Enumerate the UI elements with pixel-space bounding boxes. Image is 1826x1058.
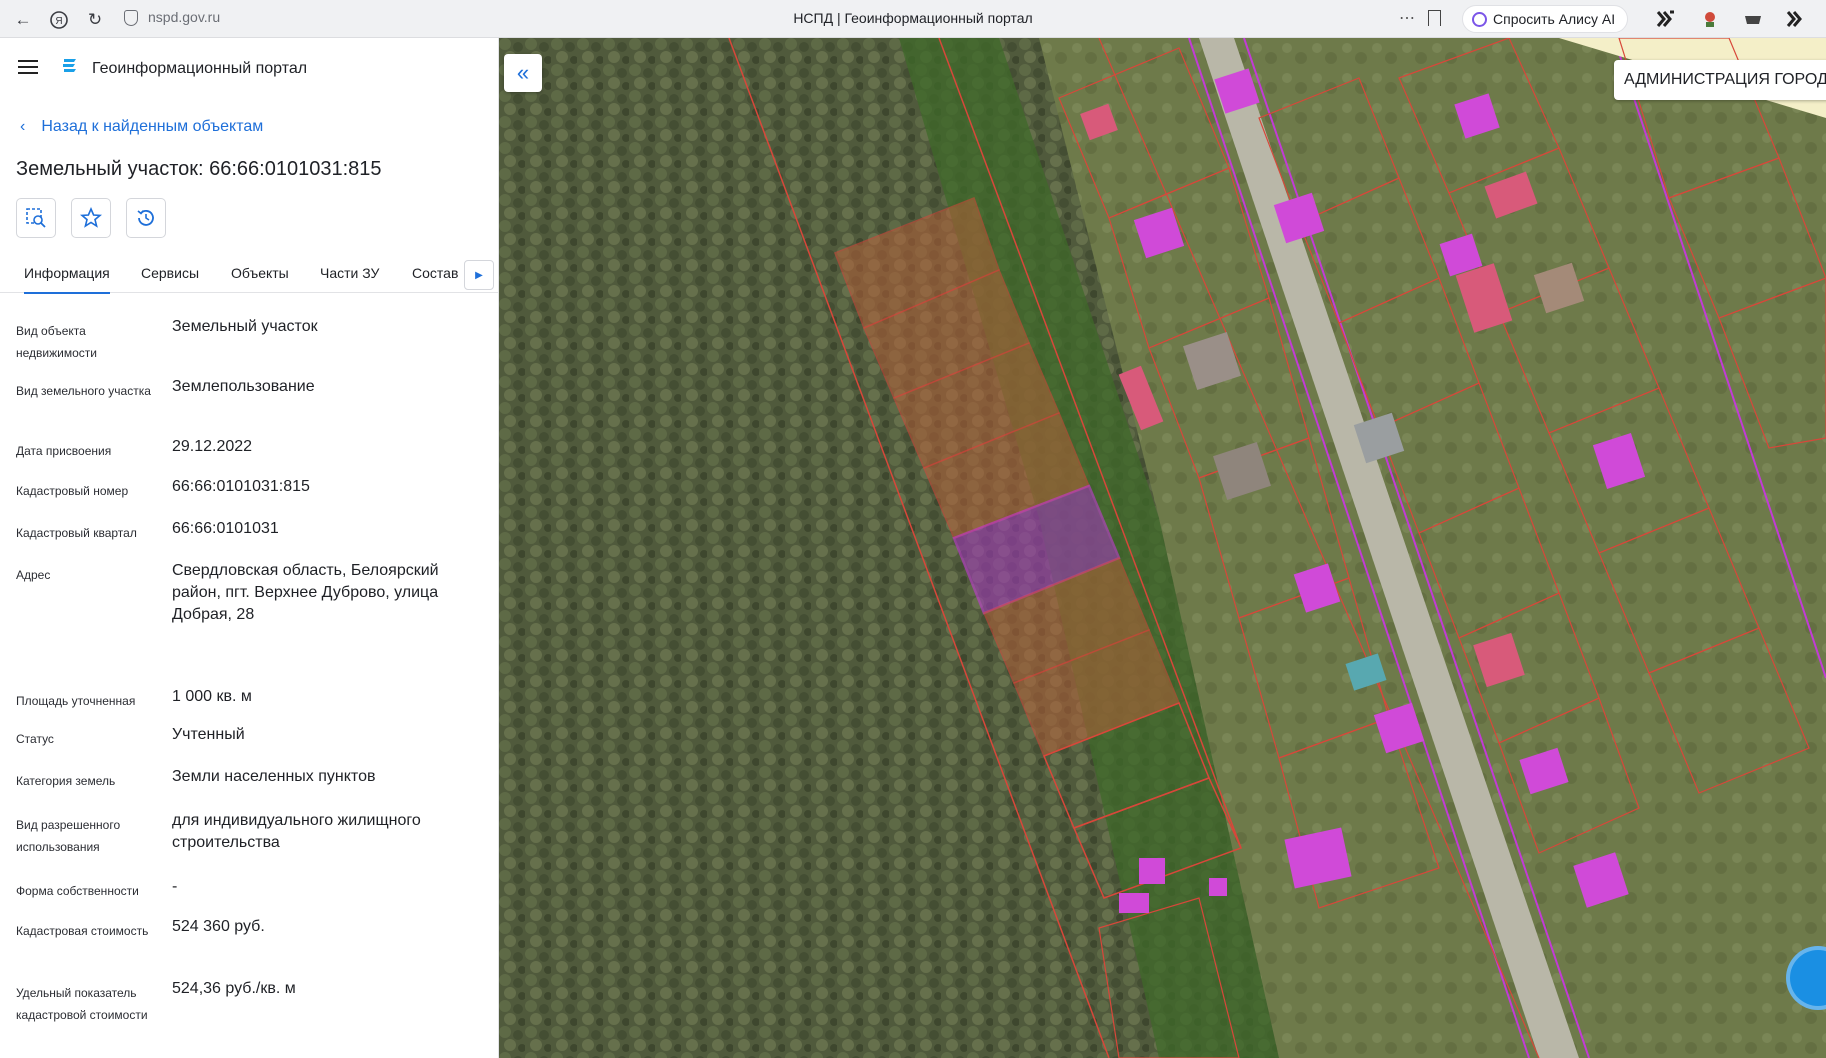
info-panel: Геоинформационный портал ‹ Назад к найден… [0, 38, 499, 1058]
alice-button[interactable]: Спросить Алису AI [1462, 5, 1629, 33]
more-icon[interactable]: ⋯ [1399, 8, 1416, 28]
portal-logo-icon [63, 59, 76, 72]
back-to-results-link[interactable]: ‹ Назад к найденным объектам [20, 118, 263, 136]
tabs-scroll-right-button[interactable]: ▶ [464, 260, 494, 290]
reload-icon[interactable]: ↻ [84, 9, 106, 31]
building[interactable] [1209, 878, 1227, 896]
search-area-icon [26, 208, 46, 228]
info-value: 29.12.2022 [172, 438, 253, 455]
map-view[interactable] [499, 38, 1826, 1058]
browser-toolbar: ← Я ↻ nspd.gov.ru НСПД | Геоинформационн… [0, 0, 1826, 38]
alice-label: Спросить Алису AI [1493, 11, 1616, 27]
history-icon [137, 209, 154, 226]
address-value: Свердловская область, Белоярский район, … [172, 562, 439, 623]
alice-icon [1472, 12, 1487, 27]
tabs: Информация Сервисы Объекты Части ЗУ Сост… [0, 250, 498, 294]
info-label: Категория земель [16, 774, 116, 788]
satellite-map[interactable] [499, 38, 1826, 1058]
yandex-icon[interactable]: Я [48, 9, 70, 31]
info-label: Вид земельного участка [16, 384, 151, 398]
info-value: Землепользование [172, 378, 315, 395]
info-label: Статус [16, 732, 54, 746]
profile-extension-icon[interactable] [1700, 10, 1720, 28]
favorite-button[interactable] [71, 198, 111, 238]
shield-icon[interactable] [124, 10, 138, 26]
info-value: 1 000 кв. м [172, 688, 252, 705]
tab-objects[interactable]: Объекты [231, 265, 289, 281]
info-label: Вид объекта недвижимости [16, 324, 97, 360]
search-area-button[interactable] [16, 198, 56, 238]
tab-parcel-parts[interactable]: Части ЗУ [320, 265, 379, 281]
back-icon[interactable]: ← [12, 9, 34, 31]
info-label: Кадастровая стоимость [16, 924, 149, 938]
history-button[interactable] [126, 198, 166, 238]
info-value: Земли населенных пунктов [172, 768, 376, 785]
info-value: - [172, 878, 178, 895]
info-label: Форма собственности [16, 884, 139, 898]
svg-text:Я: Я [55, 16, 62, 27]
info-label: Кадастровый номер [16, 484, 129, 498]
info-value: 66:66:0101031:815 [172, 478, 310, 495]
building[interactable] [1139, 858, 1165, 884]
star-icon [80, 207, 102, 228]
back-link-label: Назад к найденным объектам [41, 118, 264, 135]
extension-icon-2[interactable] [1786, 10, 1806, 28]
info-value: 524,36 руб./кв. м [172, 980, 296, 997]
info-value: 524 360 руб. [172, 918, 265, 935]
tab-services[interactable]: Сервисы [141, 265, 199, 281]
tab-composition[interactable]: Состав [412, 265, 458, 281]
info-label: Вид разрешенного использования [16, 818, 121, 854]
building[interactable] [1119, 893, 1149, 913]
status-value: Учтенный [172, 726, 245, 743]
menu-icon[interactable] [18, 60, 38, 74]
downloads-icon[interactable] [1743, 10, 1763, 28]
admin-label: АДМИНИСТРАЦИЯ ГОРОД [1614, 60, 1826, 100]
address-bar[interactable]: nspd.gov.ru [148, 9, 220, 25]
info-value: 66:66:0101031 [172, 520, 279, 537]
page-title: Земельный участок: 66:66:0101031:815 [16, 158, 382, 180]
extension-icon[interactable] [1656, 10, 1676, 28]
collapse-icon: « [516, 60, 530, 85]
info-value: Земельный участок [172, 318, 318, 335]
info-label: Площадь уточненная [16, 694, 136, 708]
info-value: для индивидуального жилищного строительс… [172, 812, 421, 851]
collapse-panel-button[interactable]: « [504, 54, 542, 92]
bookmark-icon[interactable] [1428, 10, 1441, 26]
tab-information[interactable]: Информация [24, 265, 110, 294]
info-label: Удельный показатель кадастровой стоимост… [16, 986, 148, 1022]
portal-title: Геоинформационный портал [92, 60, 308, 77]
info-label: Кадастровый квартал [16, 526, 137, 540]
info-label: Адрес [16, 568, 51, 582]
chevron-right-icon: ▶ [475, 269, 483, 281]
info-label: Дата присвоения [16, 444, 112, 458]
chevron-left-icon: ‹ [20, 118, 26, 135]
